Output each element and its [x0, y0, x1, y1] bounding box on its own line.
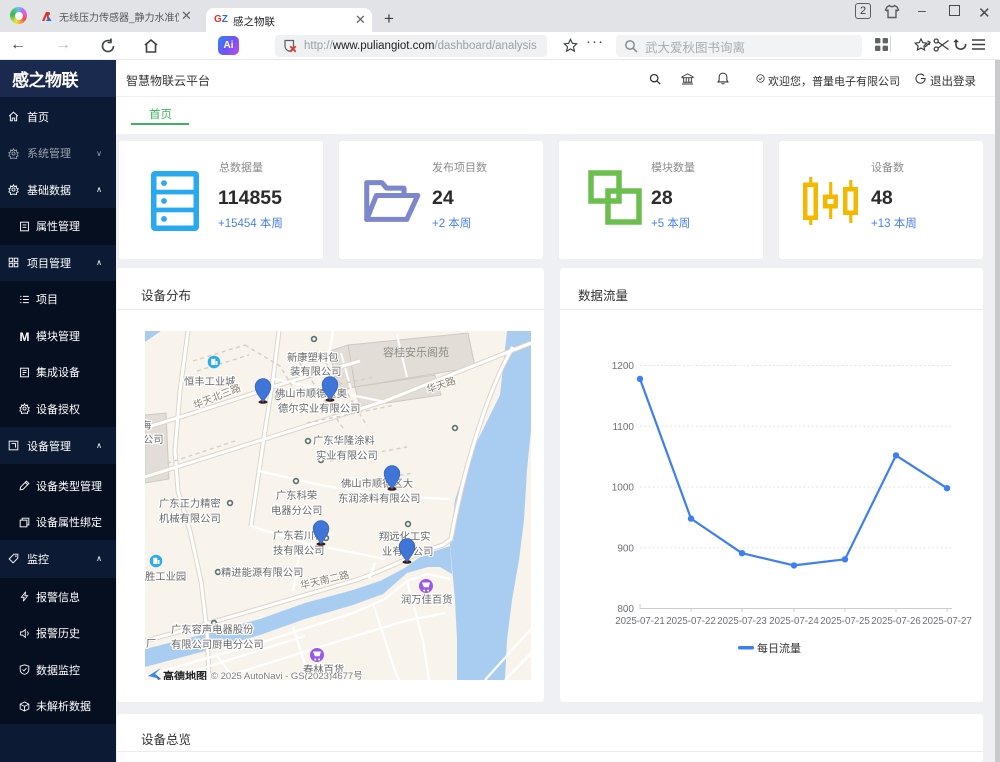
svg-text:每日流量: 每日流量 [757, 641, 801, 655]
svg-text:2025-07-27: 2025-07-27 [922, 616, 972, 627]
svg-text:2025-07-22: 2025-07-22 [666, 616, 716, 627]
svg-text:公司: 公司 [145, 434, 164, 446]
svg-text:800: 800 [617, 604, 634, 615]
svg-text:容桂安乐阁苑: 容桂安乐阁苑 [383, 345, 449, 359]
svg-text:1100: 1100 [612, 422, 634, 433]
svg-text:实业有限公司: 实业有限公司 [316, 449, 378, 462]
svg-text:2025-07-21: 2025-07-21 [615, 616, 665, 627]
svg-text:2025-07-24: 2025-07-24 [769, 616, 819, 627]
svg-text:恒丰工业城: 恒丰工业城 [184, 375, 235, 388]
svg-text:厂: 厂 [146, 639, 156, 650]
svg-text:电器分公司: 电器分公司 [271, 504, 322, 517]
svg-text:新康塑料包: 新康塑料包 [287, 351, 338, 364]
svg-text:广东华隆涂料: 广东华隆涂料 [313, 434, 375, 447]
svg-text:2025-07-23: 2025-07-23 [717, 616, 767, 627]
svg-text:1000: 1000 [612, 483, 635, 494]
svg-text:装有限公司: 装有限公司 [290, 365, 341, 378]
svg-text:有限公司厨电分公司: 有限公司厨电分公司 [171, 638, 264, 651]
svg-text:技有限公司: 技有限公司 [273, 544, 324, 557]
svg-text:胜工业园: 胜工业园 [145, 571, 186, 583]
svg-text:1200: 1200 [612, 361, 635, 372]
svg-text:德尔实业有限公司: 德尔实业有限公司 [278, 402, 360, 415]
svg-text:高德地图: 高德地图 [163, 669, 207, 680]
svg-text:东润涂料有限公司: 东润涂料有限公司 [338, 492, 420, 505]
svg-text:广东容声电器股份: 广东容声电器股份 [171, 623, 253, 636]
svg-text:© 2025 AutoNavi - GS(2023)4677: © 2025 AutoNavi - GS(2023)4677号 [211, 671, 363, 680]
svg-text:机械有限公司: 机械有限公司 [159, 512, 221, 525]
svg-text:2025-07-25: 2025-07-25 [820, 616, 870, 627]
svg-text:900: 900 [617, 544, 634, 555]
svg-text:佛山市顺德区大: 佛山市顺德区大 [341, 477, 413, 490]
svg-text:2025-07-26: 2025-07-26 [871, 616, 921, 627]
svg-text:润万佳百货: 润万佳百货 [401, 593, 452, 606]
svg-text:精进能源有限公司: 精进能源有限公司 [221, 566, 303, 579]
svg-text:广东科荣: 广东科荣 [276, 489, 317, 502]
svg-text:海: 海 [145, 419, 151, 432]
svg-text:广东正力精密: 广东正力精密 [159, 497, 221, 510]
